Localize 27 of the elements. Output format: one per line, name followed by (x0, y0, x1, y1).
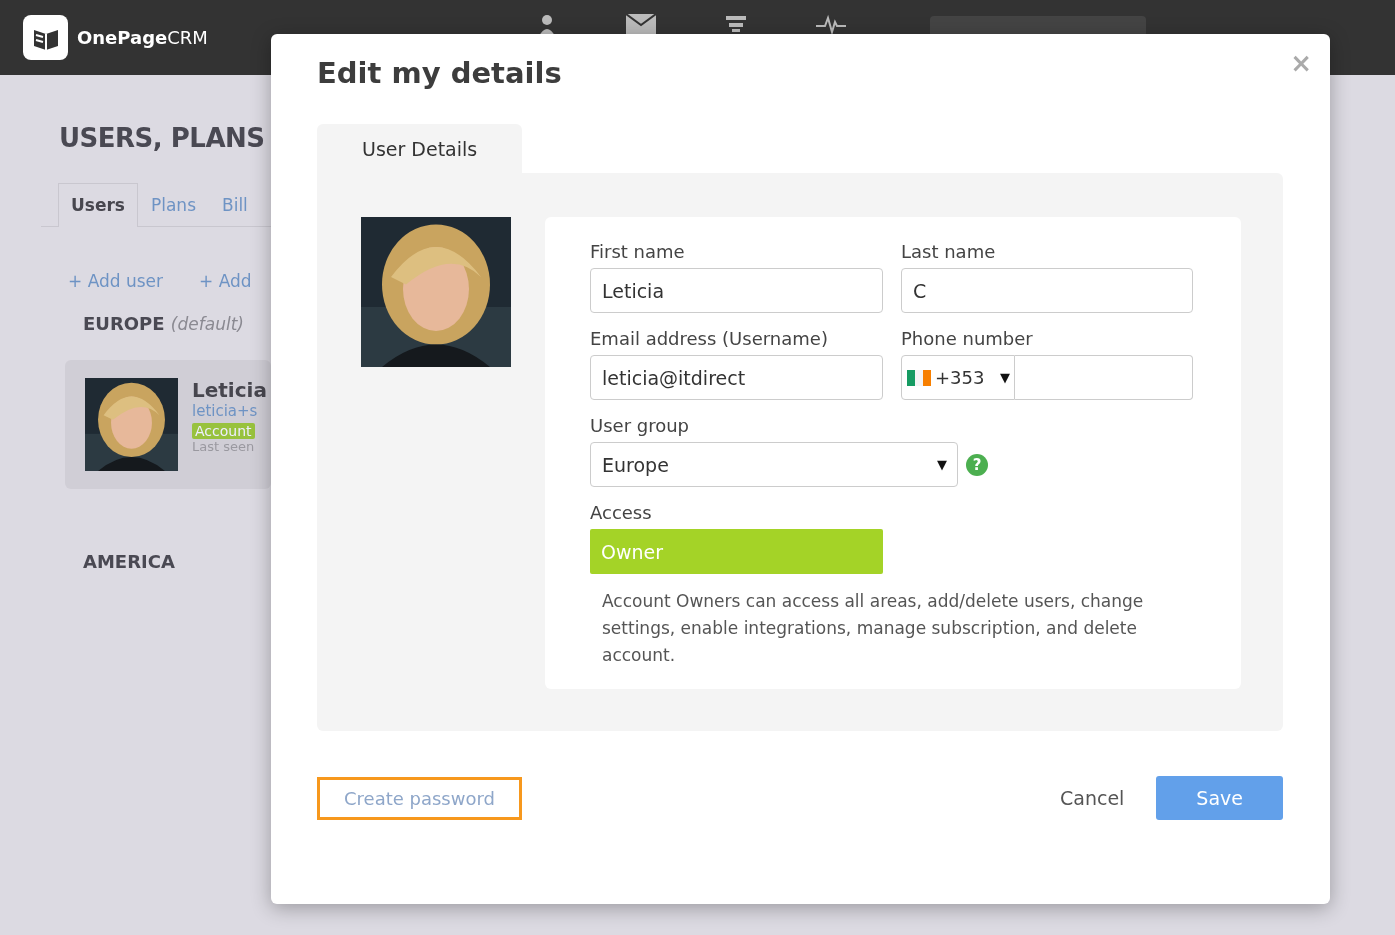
group-heading: EUROPE (default) (83, 313, 245, 334)
mail-icon[interactable] (625, 14, 656, 34)
phone-number-field[interactable] (1015, 355, 1193, 400)
access-description: Account Owners can access all areas, add/delete users, change settings, enable integrations, manage subscription, and delete account. (601, 590, 1145, 667)
pulse-icon[interactable] (815, 14, 846, 34)
dialog-title: Edit my details (317, 56, 563, 90)
logo-text[interactable]: OnePageCRM (77, 27, 208, 48)
text-field[interactable]: Leticia (590, 268, 883, 313)
text-field[interactable]: leticia@itdirect (590, 355, 883, 400)
filter-icon[interactable] (725, 14, 746, 32)
field-label: Phone number (901, 328, 1034, 349)
field-label: Email address (Username) (590, 328, 829, 349)
field-label: User group (590, 415, 691, 436)
role-badge: Account (192, 423, 255, 439)
field-label: Last name (901, 241, 997, 262)
text-field[interactable]: C (901, 268, 1193, 313)
group-dropdown[interactable]: Europe ▼ (590, 442, 958, 487)
cancel-button[interactable]: Cancel (1060, 787, 1125, 809)
page-title: USERS, PLANS (59, 123, 265, 153)
field-label: First name (590, 241, 686, 262)
group-heading: AMERICA (83, 551, 176, 572)
tab[interactable]: User Details (317, 124, 523, 173)
flag-icon (907, 369, 931, 386)
field-label: Access (590, 502, 653, 523)
country-code-dropdown[interactable]: +353 ▼ (901, 355, 1015, 400)
user-name: Leticia (192, 378, 267, 402)
tab[interactable]: Users (58, 183, 138, 227)
